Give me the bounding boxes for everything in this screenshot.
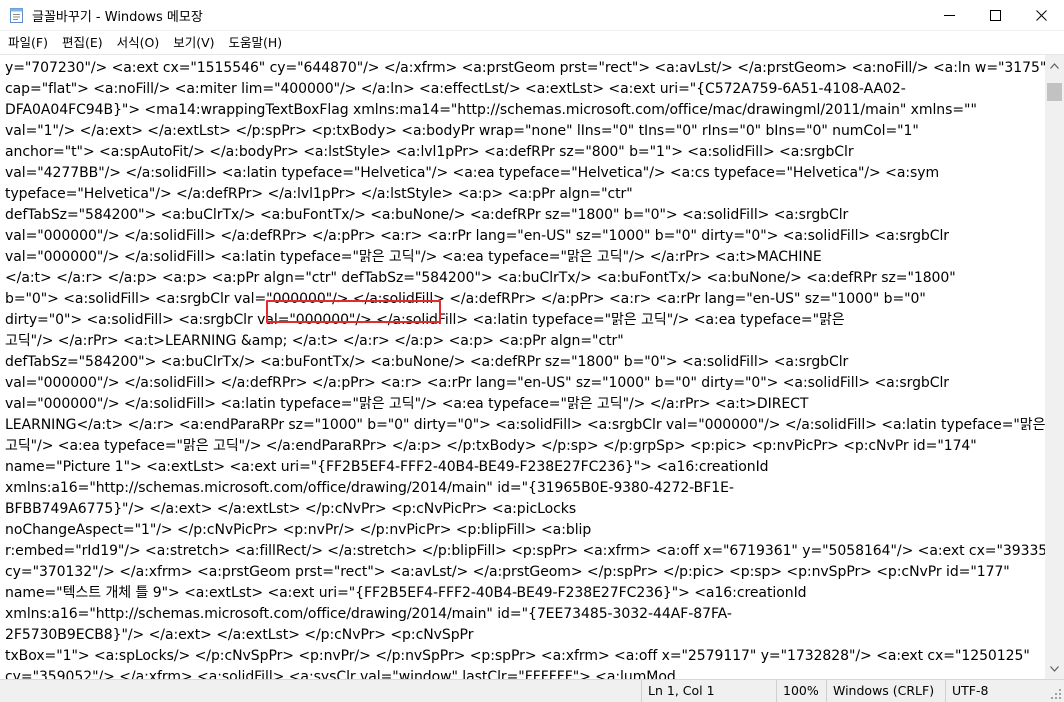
editor-line: cy="359052"/> </a:xfrm> <a:solidFill> <a… — [5, 669, 676, 679]
editor-line: val="000000"/> </a:solidFill> <a:latin t… — [5, 249, 822, 265]
scroll-up-button[interactable] — [1045, 57, 1064, 74]
minimize-button[interactable] — [926, 0, 972, 31]
editor-line: DFA0A04FC94B}"> <ma14:wrappingTextBoxFla… — [5, 102, 977, 118]
menu-bar: 파일(F) 편집(E) 서식(O) 보기(V) 도움말(H) — [0, 31, 1064, 55]
editor-line: r:embed="rId19"/> <a:stretch> <a:fillRec… — [5, 543, 1045, 559]
editor-line: y="707230"/> <a:ext cx="1515546" cy="644… — [5, 60, 1045, 76]
editor-line: BFBB749A6775}"/> </a:ext> </a:extLst> </… — [5, 501, 577, 517]
close-icon — [1035, 10, 1047, 21]
highlight-annotation — [266, 300, 441, 323]
window-title: 글꼴바꾸기 - Windows 메모장 — [32, 9, 203, 25]
editor-line: name="Picture 1"> <a:extLst> <a:ext uri=… — [5, 459, 769, 475]
editor-line: </a:t> </a:r> </a:p> <a:p> <a:pPr algn="… — [5, 270, 956, 286]
scroll-down-button[interactable] — [1045, 660, 1064, 677]
menu-file[interactable]: 파일(F) — [0, 32, 55, 54]
editor-line: anchor="t"> <a:spAutoFit/> </a:bodyPr> <… — [5, 144, 854, 160]
editor-line: txBox="1"> <a:spLocks/> </p:cNvSpPr> <p:… — [5, 648, 1030, 664]
editor-line: 고딕"/> <a:ea typeface="맑은 고딕"/> </a:endPa… — [5, 438, 977, 454]
editor-line: val="000000"/> </a:solidFill> </a:defRPr… — [5, 375, 950, 391]
status-bar: Ln 1, Col 1 100% Windows (CRLF) UTF-8 — [0, 679, 1064, 702]
editor-line: val="000000"/> </a:solidFill> <a:latin t… — [5, 396, 809, 412]
editor-line: xmlns:a16="http://schemas.microsoft.com/… — [5, 480, 734, 496]
editor-line: noChangeAspect="1"/> </p:cNvPicPr> <p:nv… — [5, 522, 592, 538]
close-button[interactable] — [1018, 0, 1064, 31]
maximize-icon — [989, 10, 1001, 21]
editor-line: cy="370132"/> </a:xfrm> <a:prstGeom prst… — [5, 564, 1010, 580]
maximize-button[interactable] — [972, 0, 1018, 31]
menu-format[interactable]: 서식(O) — [110, 32, 167, 54]
title-bar[interactable]: 글꼴바꾸기 - Windows 메모장 — [0, 0, 1064, 31]
minimize-icon — [943, 15, 955, 16]
editor-line: cap="flat"> <a:noFill/> <a:miter lim="40… — [5, 81, 906, 97]
resize-grip-icon[interactable] — [1050, 688, 1062, 700]
status-line-ending: Windows (CRLF) — [826, 680, 934, 702]
menu-view[interactable]: 보기(V) — [166, 32, 221, 54]
editor-line: val="4277BB"/> </a:solidFill> <a:latin t… — [5, 165, 940, 181]
status-encoding: UTF-8 — [945, 680, 988, 702]
editor-line: dirty="0"> <a:solidFill> <a:srgbClr val=… — [5, 312, 845, 328]
editor-line: 2F5730B9ECB8}"/> </a:ext> </a:extLst> </… — [5, 627, 474, 643]
window-controls — [926, 0, 1064, 31]
editor-line: xmlns:a16="http://schemas.microsoft.com/… — [5, 606, 732, 622]
editor-line: val="000000"/> </a:solidFill> </a:defRPr… — [5, 228, 950, 244]
editor-content[interactable]: y="707230"/> <a:ext cx="1515546" cy="644… — [5, 58, 1045, 679]
menu-edit[interactable]: 편집(E) — [55, 32, 110, 54]
chevron-up-icon — [1050, 62, 1059, 69]
editor-line: name="텍스트 개체 틀 9"> <a:extLst> <a:ext uri… — [5, 585, 807, 601]
editor-line: LEARNING</a:t> </a:r> <a:endParaRPr sz="… — [5, 417, 1045, 433]
editor-line: typeface="Helvetica"/> </a:defRPr> </a:l… — [5, 186, 633, 202]
editor-line: defTabSz="584200"> <a:buClrTx/> <a:buFon… — [5, 354, 849, 370]
editor-line: val="1"/> </a:ext> </a:extLst> </p:spPr>… — [5, 123, 919, 139]
scroll-thumb[interactable] — [1047, 83, 1062, 101]
menu-help[interactable]: 도움말(H) — [222, 32, 290, 54]
editor-line: b="0"> <a:solidFill> <a:srgbClr val="000… — [5, 291, 926, 307]
editor-line: defTabSz="584200"> <a:buClrTx/> <a:buFon… — [5, 207, 849, 223]
editor-line: 고딕"/> </a:rPr> <a:t>LEARNING &amp; </a:t… — [5, 333, 624, 349]
status-cursor-position: Ln 1, Col 1 — [641, 680, 715, 702]
vertical-scrollbar[interactable] — [1045, 55, 1064, 679]
chevron-down-icon — [1050, 665, 1059, 672]
notepad-icon — [8, 7, 24, 23]
text-editor[interactable]: y="707230"/> <a:ext cx="1515546" cy="644… — [0, 55, 1045, 679]
status-zoom: 100% — [776, 680, 819, 702]
